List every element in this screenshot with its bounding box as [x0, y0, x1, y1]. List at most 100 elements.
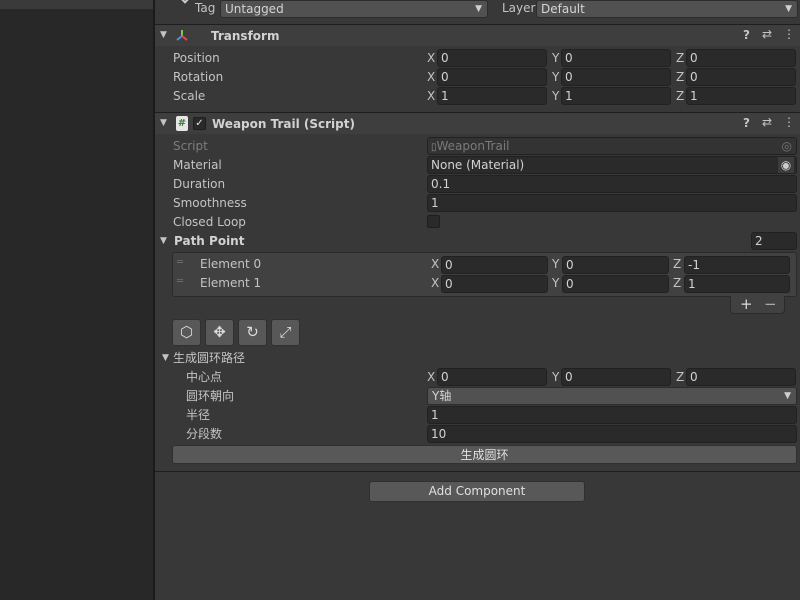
kebab-menu-icon[interactable]: ⋮ [783, 27, 795, 41]
transform-title: Transform [211, 29, 280, 43]
center-label: 中心点 [186, 370, 223, 384]
scale-x-field[interactable]: 1 [437, 87, 547, 105]
scale-y-field[interactable]: 1 [561, 87, 671, 105]
axis-x-label[interactable]: X [431, 275, 439, 291]
generate-ring-button[interactable]: 生成圆环 [172, 445, 797, 464]
axis-y-label[interactable]: Y [552, 69, 559, 85]
cube-icon: ⬡ [179, 323, 194, 341]
scale-z-field[interactable]: 1 [686, 87, 796, 105]
layer-dropdown[interactable]: Default ▼ [536, 0, 798, 18]
rotation-y-field[interactable]: 0 [561, 68, 671, 86]
scale-tool-button[interactable]: ⤢ [271, 319, 300, 346]
axis-x-label[interactable]: X [427, 50, 435, 66]
element0-y-field[interactable]: 0 [562, 256, 669, 274]
csharp-script-icon: # [176, 116, 188, 131]
bounds-tool-button[interactable]: ⬡ [172, 319, 201, 346]
help-icon[interactable]: ? [743, 116, 750, 130]
tag-value: Untagged [225, 2, 284, 16]
segments-label: 分段数 [186, 427, 223, 441]
drag-handle-icon[interactable]: ═ [177, 257, 183, 268]
material-value: None (Material) [431, 158, 525, 172]
segments-field[interactable]: 10 [427, 425, 797, 443]
add-element-button[interactable]: + [740, 295, 753, 313]
center-z-field[interactable]: 0 [686, 368, 796, 386]
closed-loop-checkbox[interactable] [427, 215, 440, 228]
center-x-field[interactable]: 0 [437, 368, 547, 386]
foldout-arrow-icon[interactable]: ▼ [160, 30, 167, 40]
weapon-trail-header[interactable]: ▼ # ✓ Weapon Trail (Script) ? ⇄ ⋮ [155, 112, 800, 134]
rotation-x-field[interactable]: 0 [437, 68, 547, 86]
closed-loop-label: Closed Loop [173, 215, 246, 229]
axis-z-label[interactable]: Z [676, 50, 684, 66]
gameobject-icon [179, 0, 191, 4]
smoothness-label: Smoothness [173, 196, 247, 210]
ring-section-label[interactable]: 生成圆环路径 [173, 350, 245, 366]
move-tool-button[interactable]: ✥ [205, 319, 234, 346]
axis-z-label[interactable]: Z [676, 69, 684, 85]
object-picker-icon: ◎ [781, 139, 792, 153]
path-point-label[interactable]: Path Point [174, 233, 244, 249]
foldout-arrow-icon[interactable]: ▼ [162, 353, 169, 363]
tag-dropdown[interactable]: Untagged ▼ [220, 0, 488, 18]
radius-field[interactable]: 1 [427, 406, 797, 424]
hierarchy-row[interactable] [0, 0, 153, 9]
axis-y-label[interactable]: Y [552, 275, 559, 291]
component-enabled-checkbox[interactable]: ✓ [193, 117, 206, 130]
axis-x-label[interactable]: X [427, 88, 435, 104]
axis-y-label[interactable]: Y [552, 50, 559, 66]
axis-z-label[interactable]: Z [676, 88, 684, 104]
duration-field[interactable]: 0.1 [427, 175, 797, 193]
axis-x-label[interactable]: X [431, 256, 439, 272]
position-y-field[interactable]: 0 [561, 49, 671, 67]
remove-element-button[interactable]: − [764, 295, 777, 313]
preset-icon[interactable]: ⇄ [762, 115, 772, 129]
drag-handle-icon[interactable]: ═ [177, 276, 183, 287]
rotation-z-field[interactable]: 0 [686, 68, 796, 86]
element0-x-field[interactable]: 0 [441, 256, 548, 274]
axis-x-label[interactable]: X [427, 369, 435, 385]
position-label: Position [173, 51, 220, 65]
foldout-arrow-icon[interactable]: ▼ [160, 118, 167, 128]
transform-header[interactable]: ▼ Transform ? ⇄ ⋮ [155, 24, 800, 46]
move-icon: ✥ [213, 323, 226, 341]
axis-z-label[interactable]: Z [673, 275, 681, 291]
material-label: Material [173, 158, 222, 172]
orientation-dropdown[interactable]: Y轴 ▼ [427, 387, 797, 405]
radius-label: 半径 [186, 408, 211, 422]
scale-icon: ⤢ [279, 323, 292, 341]
axis-z-label[interactable]: Z [673, 256, 681, 272]
duration-label: Duration [173, 177, 226, 191]
element0-z-field[interactable]: -1 [684, 256, 790, 274]
weapon-trail-title: Weapon Trail (Script) [212, 117, 355, 131]
orientation-label: 圆环朝向 [186, 389, 235, 403]
rotate-tool-button[interactable]: ↻ [238, 319, 267, 346]
chevron-down-icon: ▼ [785, 4, 792, 14]
axis-y-label[interactable]: Y [552, 369, 559, 385]
object-picker-icon[interactable]: ◉ [778, 157, 794, 173]
foldout-arrow-icon[interactable]: ▼ [160, 236, 167, 246]
tag-label: Tag [195, 1, 216, 15]
chevron-down-icon: ▼ [475, 4, 482, 14]
preset-icon[interactable]: ⇄ [762, 27, 772, 41]
transform-icon [176, 30, 188, 41]
orientation-value: Y轴 [432, 389, 452, 403]
path-point-count-field[interactable]: 2 [751, 232, 797, 250]
script-value: WeaponTrail [436, 139, 510, 153]
element-label: Element 0 [200, 257, 262, 271]
help-icon[interactable]: ? [743, 28, 750, 42]
material-field[interactable]: None (Material) ◉ [427, 156, 797, 174]
add-component-button[interactable]: Add Component [369, 481, 585, 502]
element1-x-field[interactable]: 0 [441, 275, 548, 293]
center-y-field[interactable]: 0 [561, 368, 671, 386]
smoothness-field[interactable]: 1 [427, 194, 797, 212]
element1-z-field[interactable]: 1 [684, 275, 790, 293]
axis-x-label[interactable]: X [427, 69, 435, 85]
position-z-field[interactable]: 0 [686, 49, 796, 67]
axis-y-label[interactable]: Y [552, 256, 559, 272]
axis-y-label[interactable]: Y [552, 88, 559, 104]
element1-y-field[interactable]: 0 [562, 275, 669, 293]
layer-value: Default [541, 2, 585, 16]
kebab-menu-icon[interactable]: ⋮ [783, 115, 795, 129]
axis-z-label[interactable]: Z [676, 369, 684, 385]
position-x-field[interactable]: 0 [437, 49, 547, 67]
